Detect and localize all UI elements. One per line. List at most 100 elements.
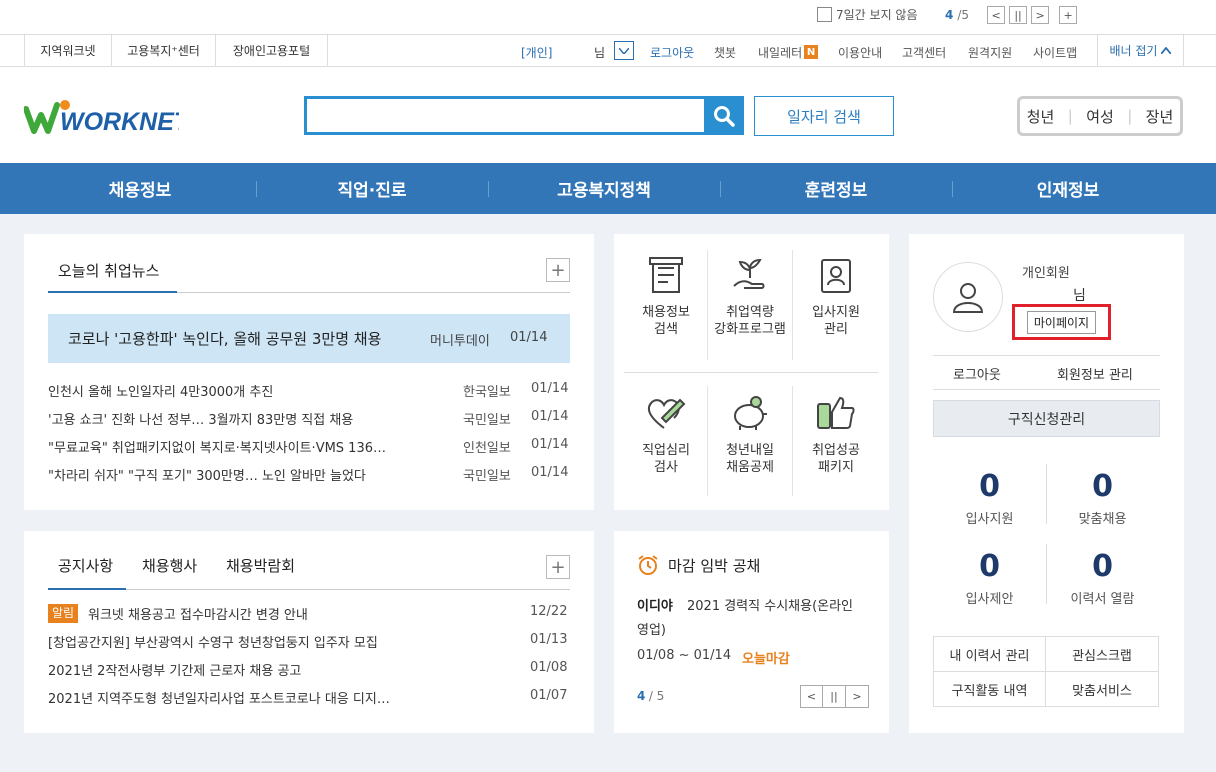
notice-panel: 공지사항 채용행사 채용박람회 + 알림 워크넷 채용공고 접수마감시간 변경 … (24, 531, 594, 733)
util-link-disabled-portal[interactable]: 장애인고용포털 (216, 35, 328, 66)
worknet-logo[interactable]: WORKNET (23, 97, 192, 139)
notice-title: 2021년 지역주도형 청년일자리사업 포스트코로나 대응 디지… (48, 692, 390, 707)
search-button[interactable] (704, 96, 744, 135)
stat-applied[interactable]: 0 입사지원 (933, 469, 1046, 528)
chevron-down-icon (619, 47, 629, 54)
deadline-next-button[interactable]: > (846, 685, 869, 708)
news-source: 한국일보 (463, 385, 511, 400)
notice-item[interactable]: 2021년 지역주도형 청년일자리사업 포스트코로나 대응 디지… 01/07 (48, 688, 570, 708)
tab-job-fair[interactable]: 채용박람회 (226, 555, 295, 576)
news-date: 01/14 (531, 437, 569, 452)
svc-apply-mgmt[interactable]: 입사지원 관리 (794, 256, 878, 338)
deadline-desc-2[interactable]: 영업) (637, 619, 666, 638)
nav-job-info[interactable]: 채용정보 (24, 163, 256, 214)
util-link-regional[interactable]: 지역워크넷 (24, 35, 112, 66)
svc-psych-test[interactable]: 직업심리 검사 (624, 394, 708, 476)
news-more-button[interactable]: + (546, 258, 570, 282)
job-activity-link[interactable]: 구직활동 내역 (933, 671, 1046, 707)
svc-label-1: 채용정보 (642, 305, 690, 320)
sitemap-link[interactable]: 사이트맵 (1033, 44, 1077, 61)
job-search-button[interactable]: 일자리 검색 (754, 96, 894, 136)
scrap-link[interactable]: 관심스크랩 (1046, 636, 1159, 672)
member-edit-link[interactable]: 회원정보 관리 (1057, 364, 1133, 383)
news-title: '고용 쇼크' 진화 나선 정부… 3월까지 83만명 직접 채용 (48, 413, 354, 428)
remote-support-link[interactable]: 원격지원 (968, 44, 1012, 61)
stat-label: 이력서 열람 (1070, 592, 1135, 607)
user-menu-dropdown[interactable] (614, 41, 634, 60)
user-icon (952, 283, 984, 313)
banner-prev-button[interactable]: < (987, 6, 1006, 24)
svc-hsep (624, 372, 878, 373)
tab-notice[interactable]: 공지사항 (48, 555, 126, 590)
stat-matched[interactable]: 0 맞춤채용 (1046, 470, 1159, 528)
stat-label: 맞춤채용 (1078, 512, 1127, 527)
chatbot-link[interactable]: 챗봇 (714, 44, 736, 61)
mypage-button[interactable]: 마이페이지 (1026, 310, 1097, 334)
search-input[interactable] (304, 96, 744, 135)
svc-competency[interactable]: 취업역량 강화프로그램 (708, 256, 792, 338)
banner-fold-button[interactable]: 배너 접기 (1097, 35, 1184, 66)
logout-link[interactable]: 로그아웃 (650, 44, 694, 61)
svc-success-package[interactable]: 취업성공 패키지 (794, 394, 878, 476)
news-item[interactable]: "무료교육" 취업패키지없이 복지로·복지넷사이트·VMS 136… 인천일보 01… (48, 437, 570, 457)
svc-label-2: 관리 (824, 322, 848, 337)
job-apply-mgmt-button[interactable]: 구직신청관리 (933, 400, 1160, 437)
banner-pause-button[interactable]: || (1009, 6, 1028, 24)
svc-sep (792, 250, 793, 360)
quick-youth[interactable]: 청년 (1027, 106, 1055, 127)
deadline-company[interactable]: 이디야 (637, 595, 673, 614)
news-source: 국민일보 (463, 469, 511, 484)
notice-date: 01/07 (530, 688, 568, 703)
svc-youth-savings[interactable]: 청년내일 채움공제 (708, 394, 792, 476)
quick-senior[interactable]: 장년 (1146, 106, 1174, 127)
guide-link[interactable]: 이용안내 (838, 44, 882, 61)
member-type: 개인회원 (1022, 266, 1070, 281)
notice-item[interactable]: 2021년 2작전사령부 기간제 근로자 채용 공고 01/08 (48, 660, 570, 680)
quick-sep: | (1127, 107, 1133, 125)
notice-more-button[interactable]: + (546, 555, 570, 579)
stat-offers[interactable]: 0 입사제안 (933, 550, 1046, 608)
custom-service-link[interactable]: 맞춤서비스 (1046, 671, 1159, 707)
quick-links: 청년 | 여성 | 장년 (1017, 96, 1183, 136)
hide-7days-label: 7일간 보지 않음 (836, 8, 918, 22)
news-tab[interactable]: 오늘의 취업뉴스 (48, 260, 177, 293)
services-panel: 채용정보 검색 취업역량 강화프로그램 입사지원 관리 직업심리 검사 청년내일 채움공제… (614, 234, 889, 510)
nav-training[interactable]: 훈련정보 (720, 163, 952, 214)
svc-sep (792, 386, 793, 496)
util-link-welfare-center[interactable]: 고용복지⁺센터 (112, 35, 216, 66)
news-item[interactable]: 인천시 올해 노인일자리 4만3000개 추진 한국일보 01/14 (48, 381, 570, 401)
notice-date: 12/22 (530, 604, 568, 619)
stat-resume-views[interactable]: 0 이력서 열람 (1046, 549, 1159, 608)
svc-job-search[interactable]: 채용정보 검색 (624, 256, 708, 338)
stat-value: 0 (1092, 549, 1113, 584)
notice-badge: 알림 (48, 604, 79, 623)
customer-center-link[interactable]: 고객센터 (902, 44, 946, 61)
news-date: 01/14 (531, 465, 569, 480)
quick-women[interactable]: 여성 (1086, 106, 1114, 127)
notice-item[interactable]: 알림 워크넷 채용공고 접수마감시간 변경 안내 12/22 (48, 604, 570, 624)
stat-value: 0 (979, 469, 1000, 504)
nav-welfare-policy[interactable]: 고용복지정책 (488, 163, 720, 214)
hide-7days-checkbox[interactable] (817, 7, 832, 22)
tab-recruit-event[interactable]: 채용행사 (142, 555, 197, 576)
news-item[interactable]: "차라리 쉬자" "구직 포기" 300만명… 노인 알바만 늘었다 국민일보 01… (48, 465, 570, 485)
hide-7days[interactable]: 7일간 보지 않음 (817, 6, 918, 23)
deadline-desc[interactable]: 2021 경력직 수시채용(온라인 (687, 595, 853, 614)
banner-pager-total: /5 (957, 8, 970, 22)
nav-talent[interactable]: 인재정보 (952, 163, 1184, 214)
deadline-pause-button[interactable]: || (823, 685, 846, 708)
member-logout-link[interactable]: 로그아웃 (953, 364, 1001, 383)
deadline-prev-button[interactable]: < (800, 685, 823, 708)
banner-next-button[interactable]: > (1031, 6, 1050, 24)
id-card-icon (821, 259, 851, 293)
nav-career[interactable]: 직업·진로 (256, 163, 488, 214)
my-letter-link[interactable]: 내일레터 (758, 44, 802, 61)
notice-item[interactable]: [창업공간지원] 부산광역시 수영구 청년창업둥지 입주자 모집 01/13 (48, 632, 570, 652)
notice-date: 01/13 (530, 632, 568, 647)
my-resume-link[interactable]: 내 이력서 관리 (933, 636, 1046, 672)
news-item[interactable]: '고용 쇼크' 진화 나선 정부… 3월까지 83만명 직접 채용 국민일보 01/… (48, 409, 570, 429)
headline-source: 머니투데이 (430, 334, 490, 349)
svc-label-1: 청년내일 (726, 443, 774, 458)
banner-expand-button[interactable]: + (1059, 6, 1078, 24)
news-headline[interactable]: 코로나 '고용한파' 녹인다, 올해 공무원 3만명 채용 머니투데이 01/1… (48, 314, 570, 363)
